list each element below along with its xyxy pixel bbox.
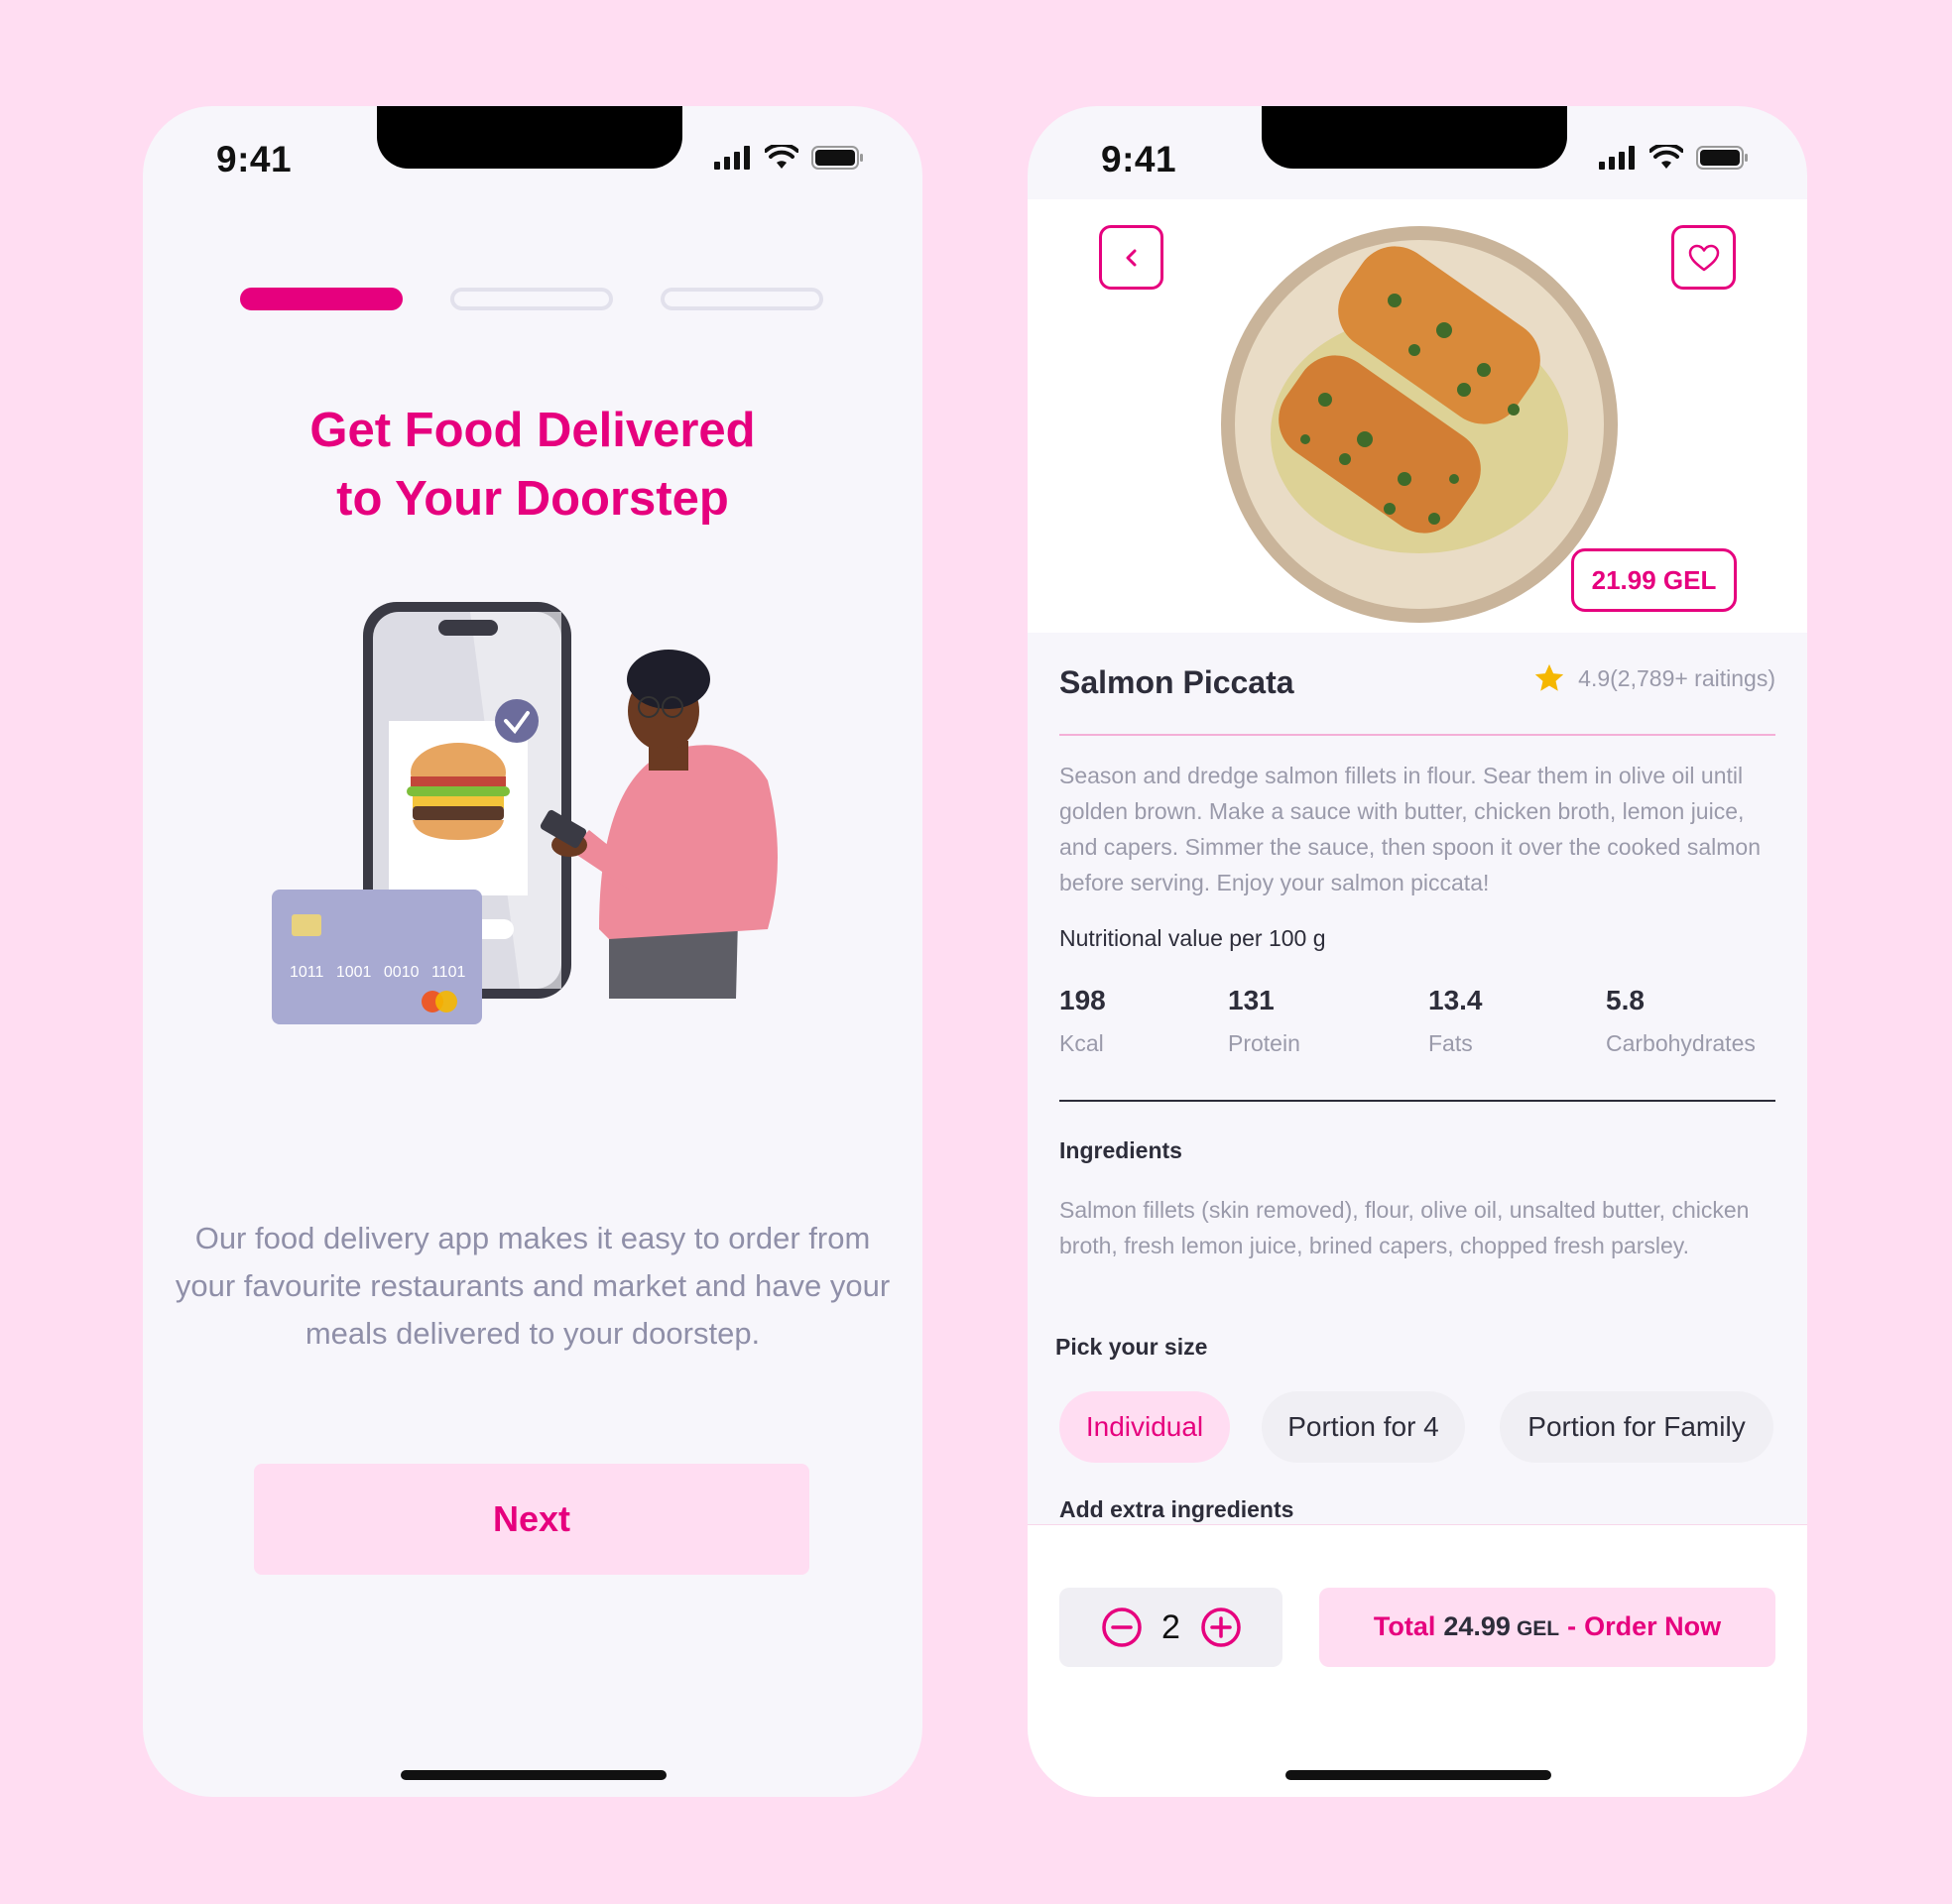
plus-circle-icon[interactable]: [1199, 1606, 1243, 1649]
order-action-label: Order Now: [1584, 1611, 1722, 1641]
size-option-portion-for-4[interactable]: Portion for 4: [1262, 1391, 1465, 1463]
status-icons: [714, 145, 865, 171]
home-indicator: [1285, 1770, 1551, 1780]
progress-step-2: [450, 288, 613, 310]
nutrition-fats: 13.4 Fats: [1428, 985, 1483, 1057]
status-icons: [1599, 145, 1750, 171]
dish-name: Salmon Piccata: [1059, 664, 1294, 700]
minus-circle-icon[interactable]: [1100, 1606, 1144, 1649]
dish-description: Season and dredge salmon fillets in flou…: [1059, 763, 1762, 895]
nutrition-protein: 131 Protein: [1228, 985, 1300, 1057]
back-button[interactable]: [1099, 225, 1163, 290]
quantity-stepper: 2: [1059, 1588, 1282, 1667]
rating: 4.9(2,789+ raitings): [1532, 661, 1775, 695]
battery-icon: [1696, 146, 1748, 170]
nutrition-title: Nutritional value per 100 g: [1059, 925, 1326, 951]
notch: [1262, 106, 1567, 169]
size-option-individual[interactable]: Individual: [1059, 1391, 1230, 1463]
dish-detail-screen: 9:41 21.99 GEL Salmon Piccata 4.9(2,789+…: [1028, 106, 1807, 1797]
divider: [1059, 1100, 1775, 1102]
favorite-button[interactable]: [1671, 225, 1736, 290]
status-time: 9:41: [216, 139, 293, 179]
onboarding-screen: 9:41 Get Food Delivered to Your Doorstep: [143, 106, 922, 1797]
cellular-signal-icon: [1599, 146, 1635, 170]
notch: [377, 106, 682, 169]
card-digits-1: 1011: [290, 964, 324, 981]
progress-step-3: [661, 288, 823, 310]
ingredients-text: Salmon fillets (skin removed), flour, ol…: [1059, 1197, 1750, 1258]
nutrition-value: 198: [1059, 985, 1106, 1015]
onboarding-progress: [240, 288, 823, 310]
card-digits-4: 1101: [431, 964, 466, 981]
size-title: Pick your size: [1055, 1334, 1208, 1360]
nutrition-label: Protein: [1228, 1030, 1300, 1056]
rating-text: 4.9(2,789+ raitings): [1578, 664, 1775, 691]
onboarding-title: Get Food Delivered to Your Doorstep: [143, 397, 922, 534]
price-badge: 21.99 GEL: [1571, 548, 1737, 612]
ingredients-title: Ingredients: [1059, 1137, 1182, 1163]
dish-photo: [1221, 226, 1618, 623]
size-option-portion-for-family[interactable]: Portion for Family: [1500, 1391, 1773, 1463]
battery-icon: [811, 146, 863, 170]
nutrition-carbohydrates: 5.8 Carbohydrates: [1606, 985, 1756, 1057]
nutrition-label: Carbohydrates: [1606, 1030, 1756, 1056]
order-currency: GEL: [1516, 1617, 1560, 1640]
chevron-left-icon: [1126, 249, 1136, 266]
nutrition-label: Kcal: [1059, 1030, 1104, 1056]
star-icon: [1535, 663, 1564, 691]
quantity-value: 2: [1161, 1607, 1180, 1646]
divider: [1059, 734, 1775, 736]
delivery-illustration: 1011 1001 0010 1101: [272, 602, 778, 1024]
order-now-button[interactable]: Total 24.99 GEL - Order Now: [1319, 1588, 1775, 1667]
cellular-signal-icon: [714, 146, 750, 170]
order-amount: 24.99: [1443, 1611, 1511, 1641]
nutrition-value: 13.4: [1428, 985, 1483, 1015]
status-time: 9:41: [1101, 139, 1177, 179]
order-total-label: Total: [1373, 1611, 1436, 1641]
nutrition-kcal: 198 Kcal: [1059, 985, 1106, 1057]
progress-step-1: [240, 288, 403, 310]
nutrition-value: 131: [1228, 985, 1275, 1015]
home-indicator: [401, 1770, 667, 1780]
wifi-icon: [1649, 145, 1683, 169]
title-line-1: Get Food Delivered: [309, 404, 756, 457]
card-digits-3: 0010: [384, 964, 420, 981]
heart-icon: [1688, 244, 1719, 271]
extra-ingredients-title: Add extra ingredients: [1059, 1496, 1294, 1522]
title-line-2: to Your Doorstep: [336, 472, 729, 526]
order-separator: -: [1567, 1611, 1577, 1641]
nutrition-label: Fats: [1428, 1030, 1473, 1056]
card-digits-2: 1001: [336, 964, 372, 981]
nutrition-value: 5.8: [1606, 985, 1645, 1015]
onboarding-description: Our food delivery app makes it easy to o…: [175, 1221, 891, 1351]
next-button[interactable]: Next: [254, 1464, 809, 1575]
wifi-icon: [765, 145, 798, 169]
